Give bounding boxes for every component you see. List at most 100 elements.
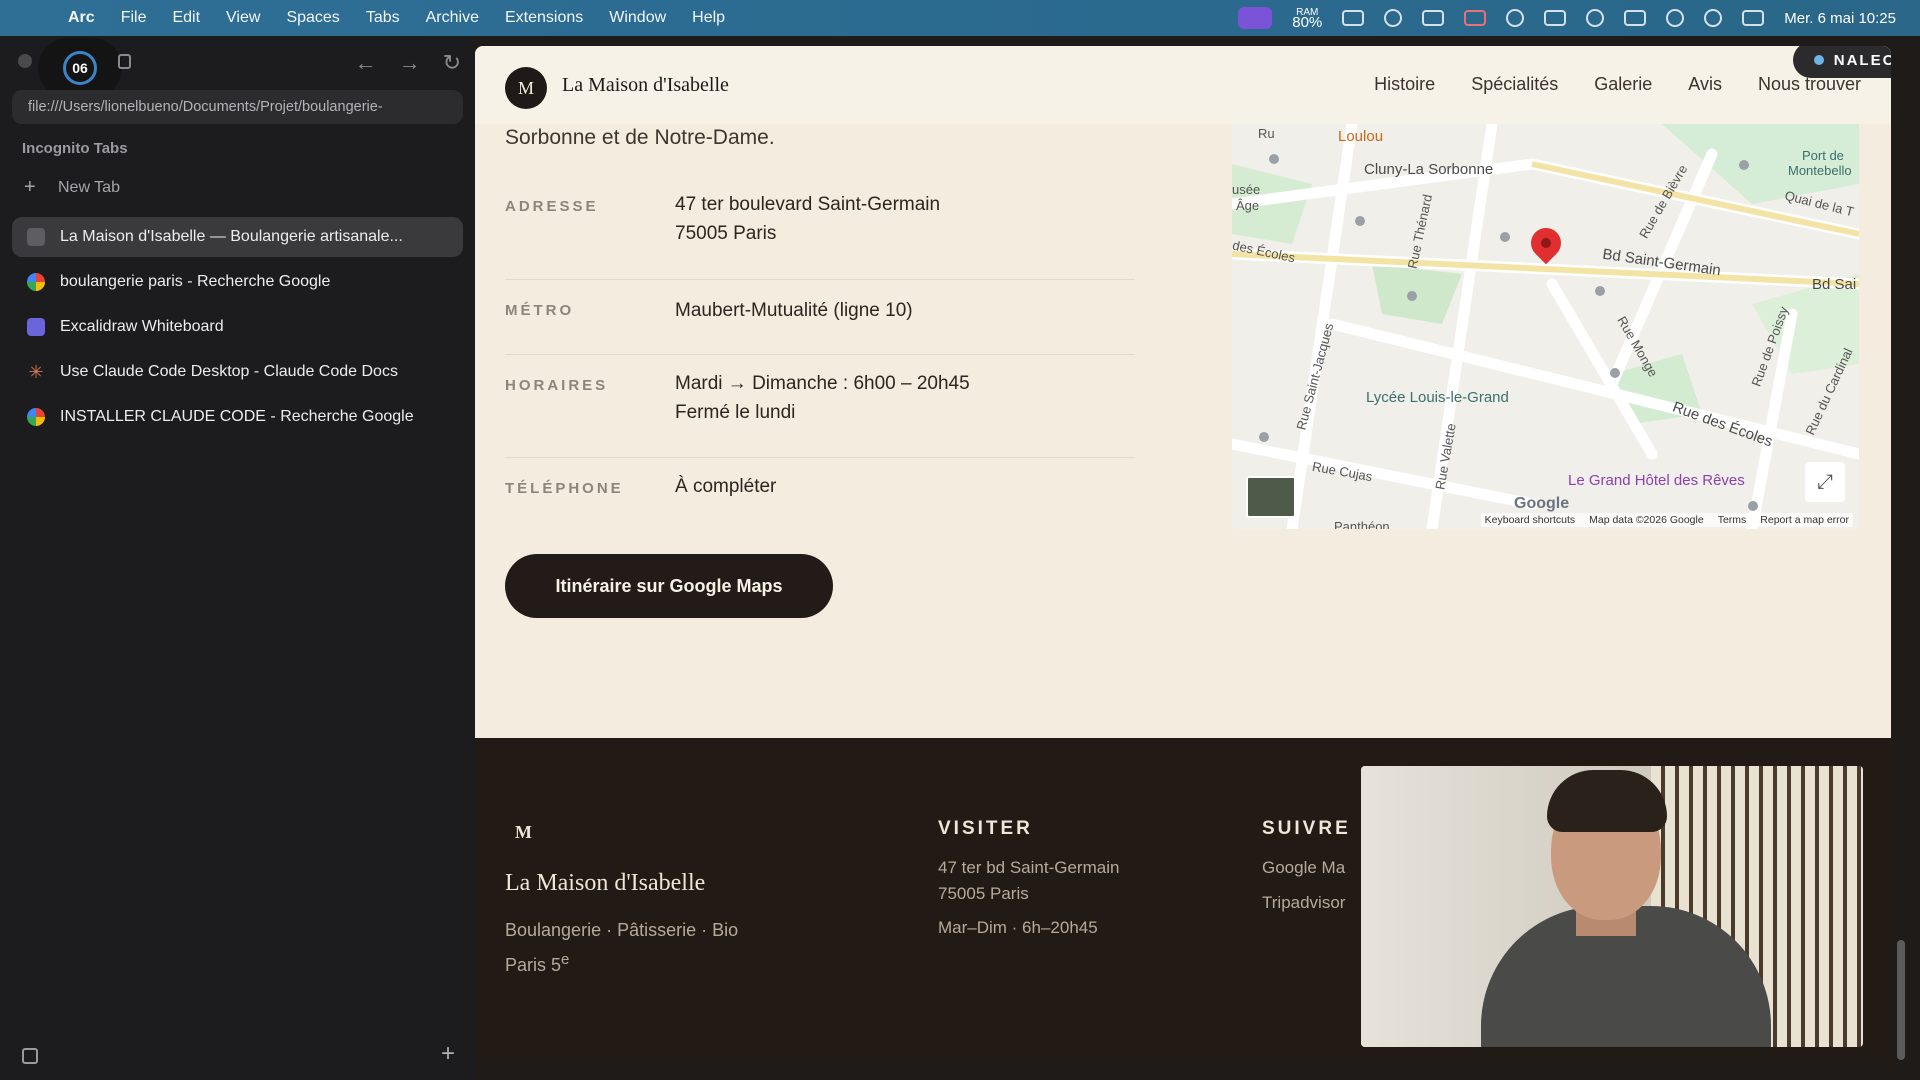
- google-maps-directions-button[interactable]: Itinéraire sur Google Maps: [505, 554, 833, 618]
- new-tab-button[interactable]: + New Tab: [24, 176, 120, 199]
- claude-icon: ✳: [28, 362, 44, 382]
- footer-visit-title: VISITER: [938, 818, 1033, 839]
- recording-badge[interactable]: NALEO: [1793, 46, 1891, 78]
- excalidraw-icon: [27, 318, 45, 336]
- app-status-icon[interactable]: [1384, 9, 1403, 27]
- info-label: TÉLÉPHONE: [505, 480, 624, 497]
- back-icon[interactable]: ←: [355, 50, 377, 76]
- info-value: À compléter: [675, 476, 777, 497]
- map-label: Bd Sai: [1812, 276, 1857, 293]
- status-area: RAM 80% Mer. 6 mai 10:25: [1238, 0, 1896, 36]
- google-icon: [27, 408, 45, 426]
- map-label: Port de: [1802, 148, 1844, 163]
- info-label: HORAIRES: [505, 377, 609, 394]
- site-name[interactable]: La Maison d'Isabelle: [562, 74, 729, 97]
- menu-help[interactable]: Help: [692, 9, 725, 27]
- footer-link-google-maps[interactable]: Google Ma: [1262, 855, 1345, 881]
- screen-record-icon[interactable]: [1238, 7, 1273, 29]
- footer-follow-title: SUIVRE: [1262, 818, 1351, 839]
- nav-galerie[interactable]: Galerie: [1594, 74, 1652, 95]
- google-logo: Google: [1514, 495, 1570, 512]
- map-data-text: Map data ©2026 Google: [1589, 514, 1704, 526]
- address-bar[interactable]: file:///Users/lionelbueno/Documents/Proj…: [12, 90, 463, 124]
- webcam-person-hair: [1547, 770, 1667, 832]
- terms-link[interactable]: Terms: [1718, 514, 1747, 526]
- site-nav: Histoire Spécialités Galerie Avis Nous t…: [1374, 74, 1861, 95]
- map-label: Le Grand Hôtel des Rêves: [1568, 472, 1745, 489]
- archive-icon[interactable]: [22, 1048, 38, 1064]
- site-header: M La Maison d'Isabelle Histoire Spéciali…: [475, 46, 1891, 124]
- footer-visit-address: 47 ter bd Saint-Germain 75005 Paris: [938, 858, 1120, 903]
- incognito-section-label: Incognito Tabs: [22, 140, 128, 157]
- tab-boulangerie-search[interactable]: boulangerie paris - Recherche Google: [12, 262, 463, 302]
- menu-view[interactable]: View: [226, 9, 260, 27]
- info-value: Mardi → Dimanche : 6h00 – 20h45 Fermé le…: [675, 373, 970, 423]
- map-label: Loulou: [1338, 128, 1384, 145]
- forward-icon[interactable]: →: [399, 50, 421, 76]
- sync-icon[interactable]: [1506, 9, 1525, 27]
- map-label: Montebello: [1788, 163, 1852, 178]
- window-close-icon[interactable]: [18, 54, 32, 68]
- info-label: MÉTRO: [505, 302, 575, 319]
- info-row-metro: MÉTRO Maubert-Mutualité (ligne 10): [505, 280, 1135, 355]
- report-error-link[interactable]: Report a map error: [1760, 514, 1849, 526]
- webcam-overlay: [1361, 766, 1863, 1047]
- recording-timer[interactable]: 06: [38, 38, 122, 98]
- record-dot-icon: [1813, 55, 1824, 65]
- menu-extensions[interactable]: Extensions: [505, 9, 583, 27]
- map-label: Lycée Louis-le-Grand: [1366, 389, 1509, 406]
- ram-indicator[interactable]: RAM 80%: [1292, 8, 1322, 31]
- nav-buttons: ← → ↻: [355, 50, 461, 76]
- footer-site-name: La Maison d'Isabelle: [505, 870, 706, 896]
- info-value: Maubert-Mutualité (ligne 10): [675, 300, 913, 321]
- menu-spaces[interactable]: Spaces: [286, 9, 339, 27]
- menu-archive[interactable]: Archive: [426, 9, 479, 27]
- info-row-address: ADRESSE 47 ter boulevard Saint-Germain 7…: [505, 186, 1135, 280]
- info-row-phone: TÉLÉPHONE À compléter: [505, 458, 1135, 528]
- keyboard-shortcuts-link[interactable]: Keyboard shortcuts: [1485, 514, 1575, 526]
- map-label: usée: [1232, 182, 1261, 197]
- menu-window[interactable]: Window: [609, 9, 666, 27]
- map-layer-toggle[interactable]: [1246, 476, 1296, 518]
- tab-claude-docs[interactable]: ✳ Use Claude Code Desktop - Claude Code …: [12, 352, 463, 392]
- clipboard-icon[interactable]: [1422, 10, 1445, 26]
- map-attribution: Keyboard shortcuts Map data ©2026 Google…: [1480, 513, 1853, 527]
- battery-icon[interactable]: [1624, 10, 1647, 26]
- google-map[interactable]: Loulou Cluny-La Sorbonne usée Âge des Éc…: [1232, 124, 1859, 529]
- site-logo[interactable]: M: [505, 67, 547, 109]
- menu-file[interactable]: File: [121, 9, 147, 27]
- nav-specialites[interactable]: Spécialités: [1471, 74, 1558, 95]
- wifi-icon[interactable]: [1666, 9, 1685, 27]
- sidebar-toggle-icon[interactable]: [118, 54, 131, 69]
- info-label: ADRESSE: [505, 198, 599, 215]
- clock[interactable]: Mer. 6 mai 10:25: [1784, 10, 1896, 27]
- calendar-icon[interactable]: [1464, 10, 1487, 26]
- reload-icon[interactable]: ↻: [443, 50, 461, 76]
- tab-maison-isabelle[interactable]: La Maison d'Isabelle — Boulangerie artis…: [12, 217, 463, 257]
- plus-icon: +: [24, 176, 36, 198]
- control-center-icon[interactable]: [1742, 10, 1765, 26]
- intro-text: Sorbonne et de Notre-Dame.: [505, 126, 775, 149]
- search-icon[interactable]: [1704, 9, 1723, 27]
- menu-edit[interactable]: Edit: [172, 9, 200, 27]
- fullscreen-icon[interactable]: ⤢: [1805, 462, 1845, 502]
- add-icon[interactable]: +: [441, 1040, 455, 1068]
- play-icon[interactable]: [1586, 9, 1605, 27]
- battery-status-icon[interactable]: [1342, 10, 1365, 26]
- page-icon: [27, 228, 45, 246]
- page-scrollbar[interactable]: [1897, 940, 1905, 1060]
- footer-link-tripadvisor[interactable]: Tripadvisor: [1262, 890, 1345, 916]
- menu-app[interactable]: Arc: [68, 9, 95, 27]
- info-value: 47 ter boulevard Saint-Germain 75005 Par…: [675, 194, 941, 244]
- nav-avis[interactable]: Avis: [1688, 74, 1722, 95]
- nav-histoire[interactable]: Histoire: [1374, 74, 1435, 95]
- footer-visit-hours: Mar–Dim · 6h–20h45: [938, 918, 1098, 937]
- tab-installer-search[interactable]: INSTALLER CLAUDE CODE - Recherche Google: [12, 397, 463, 437]
- tab-excalidraw[interactable]: Excalidraw Whiteboard: [12, 307, 463, 347]
- notes-icon[interactable]: [1544, 10, 1567, 26]
- browser-sidebar: 06 ← → ↻ file:///Users/lionelbueno/Docum…: [0, 36, 475, 1080]
- map-label: Panthéon: [1334, 519, 1390, 529]
- map-label: Âge: [1236, 198, 1260, 213]
- menu-tabs[interactable]: Tabs: [366, 9, 400, 27]
- menu-bar: Arc File Edit View Spaces Tabs Archive E…: [0, 0, 1920, 36]
